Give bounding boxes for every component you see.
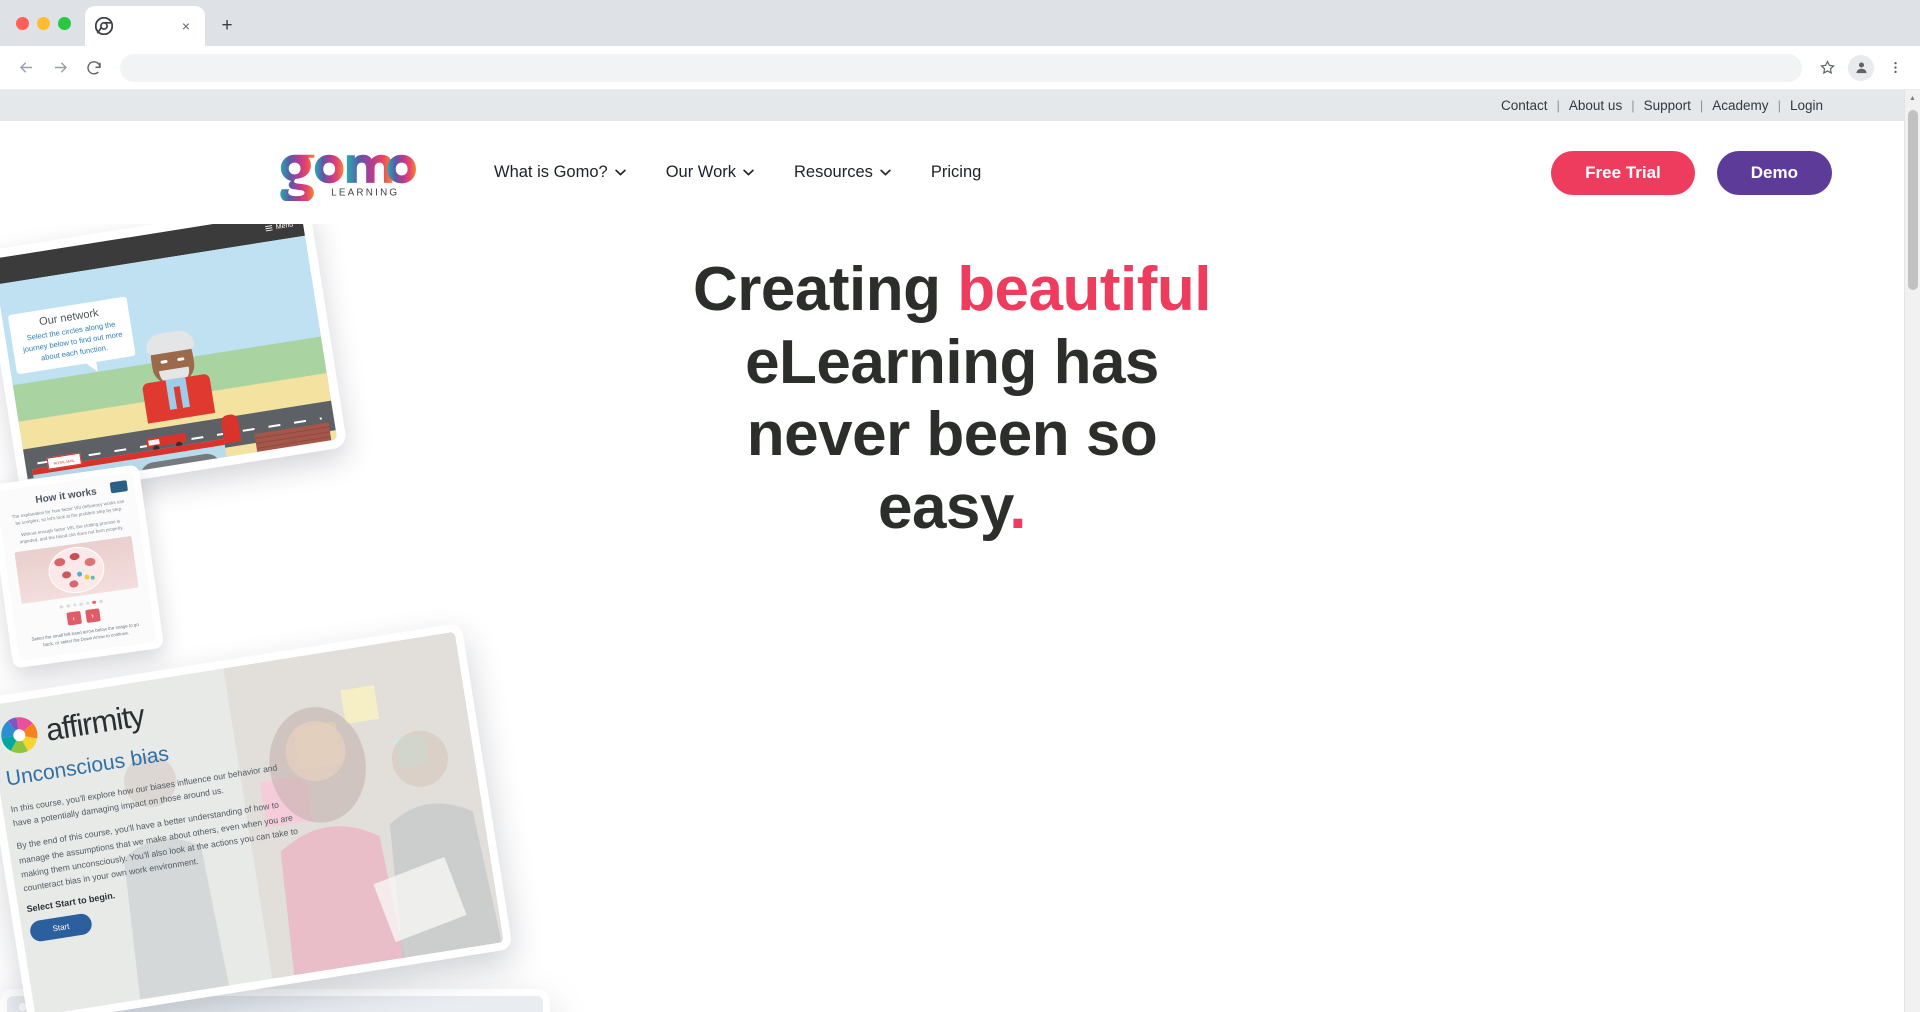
gomo-landing-page: Contact | About us | Support | Academy |… [0,90,1904,1012]
course-card-affirmity[interactable]: affirmity Unconscious bias In this cours… [0,622,513,1012]
demo-button[interactable]: Demo [1716,150,1832,195]
nav-item-resources[interactable]: Resources [774,163,911,182]
menu-label: Menu [275,224,294,231]
page-viewport: Contact | About us | Support | Academy |… [0,90,1920,1012]
headline-part-2: eLearning has never been so easy [745,327,1159,542]
headline-period: . [1009,472,1027,542]
nav-item-our-work[interactable]: Our Work [646,163,774,182]
window-controls [12,0,83,46]
browser-toolbar [0,46,1920,90]
headline-part-1: Creating [692,255,958,324]
utility-nav-bar: Contact | About us | Support | Academy |… [0,90,1904,121]
nav-item-pricing[interactable]: Pricing [911,163,1001,182]
vertical-scrollbar[interactable]: ▲ [1904,90,1920,1012]
profile-avatar-icon[interactable] [1848,54,1874,81]
previous-arrow-button[interactable]: ‹ [65,611,82,626]
new-tab-button[interactable]: + [213,12,241,40]
site-header: LEARNING What is Gomo? Our Work Resource… [0,121,1904,224]
utility-link-login[interactable]: Login [1781,98,1832,113]
utility-link-support[interactable]: Support [1635,98,1700,113]
affirmity-mark-icon [1,717,38,754]
forward-arrow-icon[interactable] [44,52,76,84]
hero-section: Creating beautiful eLearning has never b… [0,224,1904,1012]
browser-tab[interactable]: × [85,6,205,46]
browser-window: × + Contact | About us | Support | Acade… [0,0,1920,1012]
tab-strip: × + [0,0,1920,46]
hero-headline: Creating beautiful eLearning has never b… [0,254,1904,544]
gomo-learning-logo[interactable]: LEARNING [268,145,416,201]
address-bar[interactable] [120,53,1802,82]
minimize-window-button[interactable] [37,16,50,30]
affirmity-screen: affirmity Unconscious bias In this cours… [0,631,504,1012]
chevron-down-icon [880,169,891,176]
three-dot-menu-icon[interactable] [1880,53,1910,83]
next-arrow-button[interactable]: › [84,608,101,624]
svg-text:LEARNING: LEARNING [331,187,399,198]
header-cta-group: Free Trial Demo [1551,150,1832,195]
menu-button[interactable]: Menu [265,224,294,232]
affirmity-content: affirmity Unconscious bias In this cours… [0,674,314,944]
maximize-window-button[interactable] [58,16,71,30]
blood-cells-image [14,535,139,604]
chevron-down-icon [615,169,626,176]
tab-close-icon[interactable]: × [177,17,195,35]
chrome-logo-icon [95,17,113,35]
main-navigation: What is Gomo? Our Work Resources Pricing [474,163,1001,182]
nav-label: Resources [794,163,873,181]
nav-label: Pricing [930,163,982,181]
scrollbar-thumb[interactable] [1908,110,1918,290]
star-icon[interactable] [1812,53,1842,83]
free-trial-button[interactable]: Free Trial [1551,150,1695,195]
utility-link-contact[interactable]: Contact [1492,98,1557,113]
nav-item-what-is-gomo[interactable]: What is Gomo? [474,163,646,182]
hamburger-icon [265,225,274,232]
back-arrow-icon[interactable] [10,52,42,84]
reload-icon[interactable] [78,52,110,84]
nav-label: What is Gomo? [494,163,608,181]
nav-label: Our Work [665,163,737,181]
utility-link-academy[interactable]: Academy [1703,98,1777,113]
headline-accent-word: beautiful [957,255,1212,324]
utility-link-about-us[interactable]: About us [1560,98,1631,113]
scroll-up-arrow-icon[interactable]: ▲ [1905,90,1920,107]
close-window-button[interactable] [16,16,29,30]
chevron-down-icon [743,169,754,176]
